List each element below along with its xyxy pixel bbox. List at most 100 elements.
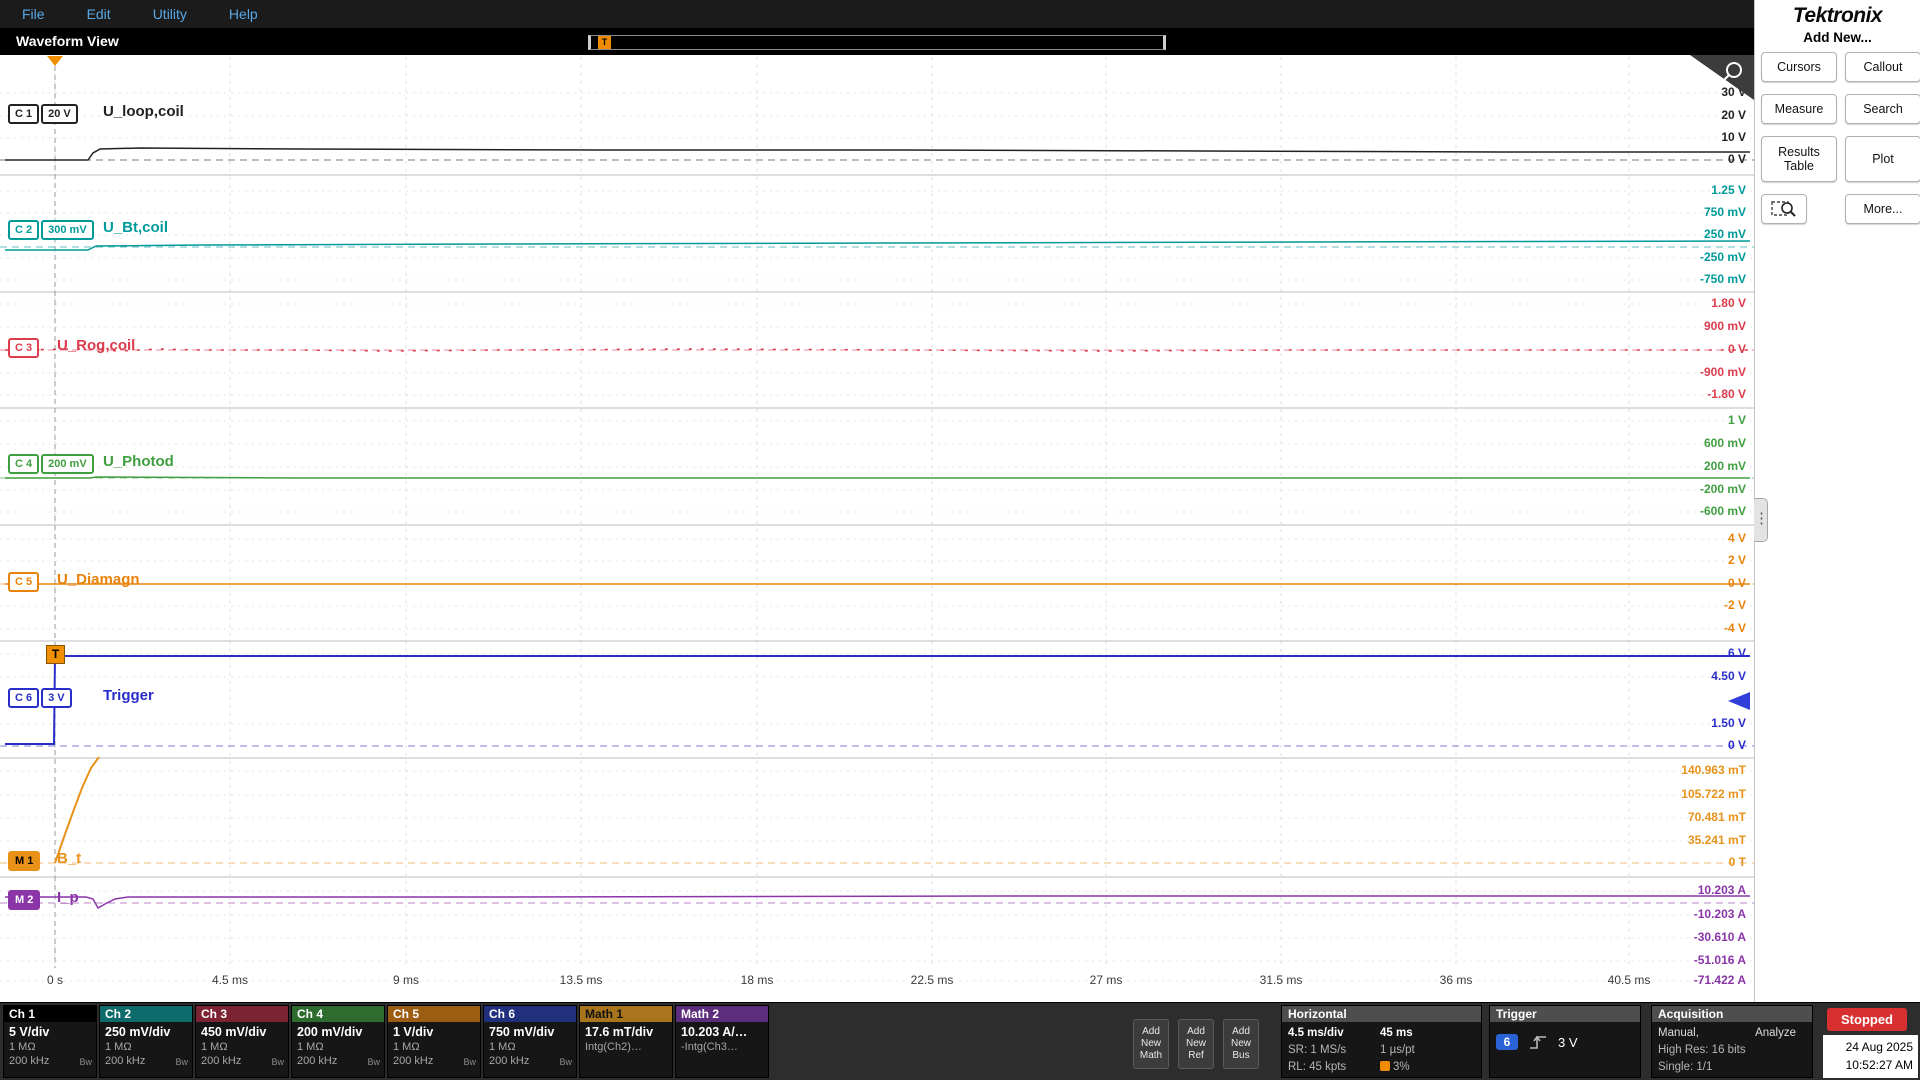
- add-new-ref-button[interactable]: Add New Ref: [1178, 1019, 1214, 1069]
- badge-title: Ch 3: [196, 1006, 288, 1022]
- channel-badge-c6[interactable]: C 63 V: [8, 688, 72, 708]
- menu-utility[interactable]: Utility: [153, 6, 187, 22]
- badge-scale: 450 mV/div: [201, 1025, 267, 1039]
- menu-file[interactable]: File: [22, 6, 45, 22]
- bus-word: Bus: [1232, 1050, 1250, 1061]
- badge-cell[interactable]: M 2: [8, 890, 41, 910]
- add-word: Add: [1187, 1026, 1205, 1037]
- callout-button[interactable]: Callout: [1845, 52, 1920, 82]
- x-axis-label: 27 ms: [1089, 973, 1123, 987]
- x-axis-label: 13.5 ms: [559, 973, 603, 987]
- menu-help[interactable]: Help: [229, 6, 258, 22]
- trigger-panel-title: Trigger: [1490, 1006, 1640, 1022]
- badge-title: Ch 2: [100, 1006, 192, 1022]
- add-new-bus-button[interactable]: Add New Bus: [1223, 1019, 1259, 1069]
- scale-tick-c3: 1.80 V: [1711, 296, 1746, 310]
- trigger-panel[interactable]: Trigger 6 3 V: [1489, 1005, 1641, 1078]
- channel-badge-c4[interactable]: C 4 200 mV: [8, 454, 94, 474]
- measure-button[interactable]: Measure: [1761, 94, 1837, 124]
- trigger-level-value: 3 V: [1558, 1034, 1578, 1050]
- scale-tick-m2: -51.016 A: [1693, 953, 1746, 967]
- waveform-label-Trigger[interactable]: Trigger: [103, 687, 154, 704]
- badge-cell[interactable]: C 5: [8, 572, 40, 592]
- waveform-label-I_p[interactable]: I_p: [57, 889, 79, 906]
- waveform-label-U_Photod[interactable]: U_Photod: [103, 453, 174, 470]
- waveform-label-U_Bt,coil[interactable]: U_Bt,coil: [103, 219, 168, 236]
- horizontal-preview-bar[interactable]: T: [588, 35, 1166, 50]
- horizontal-panel[interactable]: Horizontal 4.5 ms/div 45 ms SR: 1 MS/s 1…: [1281, 1005, 1482, 1078]
- waveform-label-U_Diamagn[interactable]: U_Diamagn: [57, 571, 140, 588]
- results-table-button[interactable]: Results Table: [1761, 136, 1837, 182]
- scale-tick-c4: 600 mV: [1703, 436, 1746, 450]
- plot-button[interactable]: Plot: [1845, 136, 1920, 182]
- channel-badge-c2[interactable]: C 2 300 mV: [8, 220, 94, 240]
- badge-cell[interactable]: 3 V: [41, 688, 72, 708]
- badge-impedance: Intg(Ch2)…: [585, 1041, 642, 1053]
- cursors-button[interactable]: Cursors: [1761, 52, 1837, 82]
- add-new-math-button[interactable]: Add New Math: [1133, 1019, 1169, 1069]
- badge-title: Ch 4: [292, 1006, 384, 1022]
- right-panel: Tektronix Add New... Cursors Callout Mea…: [1754, 0, 1920, 1002]
- time-text: 10:52:27 AM: [1845, 1058, 1913, 1072]
- zoom-button[interactable]: [1690, 55, 1754, 100]
- badge-title: Ch 1: [4, 1006, 96, 1022]
- badge-cell[interactable]: C 3: [8, 338, 40, 358]
- panel-splitter-handle[interactable]: ⋮: [1754, 498, 1769, 542]
- menu-edit[interactable]: Edit: [87, 6, 111, 22]
- channel-badge-m2[interactable]: M 2: [8, 890, 41, 910]
- ref-word: Ref: [1188, 1050, 1204, 1061]
- x-axis-label: 9 ms: [392, 973, 419, 987]
- badge-scale: 5 V/div: [9, 1025, 50, 1039]
- bottom-badge-ch4[interactable]: Ch 4 200 mV/div 1 MΩ 200 kHz Bw: [291, 1005, 385, 1078]
- badge-cell[interactable]: 20 V: [41, 104, 78, 124]
- badge-cell[interactable]: 300 mV: [41, 220, 94, 240]
- badge-cell[interactable]: M 1: [8, 851, 41, 871]
- run-stop-status[interactable]: Stopped: [1827, 1008, 1907, 1031]
- bw-limit-tag: Bw: [559, 1057, 572, 1067]
- channel-badge-c1[interactable]: C 1 20 V: [8, 104, 78, 124]
- acquisition-panel[interactable]: Acquisition Manual, Analyze High Res: 16…: [1651, 1005, 1813, 1078]
- acquisition-panel-title: Acquisition: [1652, 1006, 1812, 1022]
- horizontal-span: 45 ms: [1380, 1027, 1413, 1039]
- badge-cell[interactable]: C 4: [8, 454, 40, 474]
- more-button[interactable]: More...: [1845, 194, 1920, 224]
- waveform-view-bar: Waveform View T: [0, 28, 1754, 55]
- bottom-badge-math1[interactable]: Math 1 17.6 mT/div Intg(Ch2)…: [579, 1005, 673, 1078]
- search-button[interactable]: Search: [1845, 94, 1920, 124]
- trigger-level-marker[interactable]: [1728, 692, 1750, 710]
- channel-badge-c5[interactable]: C 5: [8, 572, 40, 592]
- bottom-badge-ch5[interactable]: Ch 5 1 V/div 1 MΩ 200 kHz Bw: [387, 1005, 481, 1078]
- scale-tick-c3: 0 V: [1727, 342, 1746, 356]
- sample-rate: SR: 1 MS/s: [1288, 1044, 1347, 1056]
- scale-tick-c2: 250 mV: [1703, 227, 1746, 241]
- trigger-source-badge[interactable]: 6: [1496, 1034, 1518, 1050]
- waveform-label-B_t[interactable]: B_t: [57, 850, 81, 867]
- trigger-position-marker[interactable]: [47, 56, 63, 66]
- scale-tick-m2: 10.203 A: [1697, 883, 1746, 897]
- bottom-badge-ch3[interactable]: Ch 3 450 mV/div 1 MΩ 200 kHz Bw: [195, 1005, 289, 1078]
- search-zoom-icon: [1771, 201, 1796, 217]
- channel-badge-m1[interactable]: M 1: [8, 851, 41, 871]
- preview-trigger-marker[interactable]: T: [598, 36, 611, 49]
- scale-tick-m1: 140.963 mT: [1681, 763, 1746, 777]
- scale-tick-c4: -600 mV: [1699, 504, 1746, 518]
- bottom-badge-ch1[interactable]: Ch 1 5 V/div 1 MΩ 200 kHz Bw: [3, 1005, 97, 1078]
- bottom-badge-math2[interactable]: Math 2 10.203 A/… -Intg(Ch3…: [675, 1005, 769, 1078]
- badge-cell[interactable]: C 2: [8, 220, 40, 240]
- acquisition-mode: Manual,: [1658, 1027, 1699, 1039]
- bottom-badge-ch6[interactable]: Ch 6 750 mV/div 1 MΩ 200 kHz Bw: [483, 1005, 577, 1078]
- x-axis-label: 0 s: [46, 973, 63, 987]
- bottom-badge-ch2[interactable]: Ch 2 250 mV/div 1 MΩ 200 kHz Bw: [99, 1005, 193, 1078]
- x-axis-label: 36 ms: [1439, 973, 1473, 987]
- waveform-label-U_loop,coil[interactable]: U_loop,coil: [103, 103, 184, 120]
- badge-cell[interactable]: C 1: [8, 104, 40, 124]
- bw-limit-tag: Bw: [367, 1057, 380, 1067]
- bw-limit-tag: Bw: [463, 1057, 476, 1067]
- badge-cell[interactable]: C 6: [8, 688, 40, 708]
- trigger-position-badge[interactable]: T: [46, 645, 65, 664]
- scale-tick-m2: -10.203 A: [1693, 907, 1746, 921]
- zoom-search-button[interactable]: [1761, 194, 1807, 224]
- badge-cell[interactable]: 200 mV: [41, 454, 94, 474]
- waveform-label-U_Rog,coil[interactable]: U_Rog,coil: [57, 337, 135, 354]
- channel-badge-c3[interactable]: C 3: [8, 338, 40, 358]
